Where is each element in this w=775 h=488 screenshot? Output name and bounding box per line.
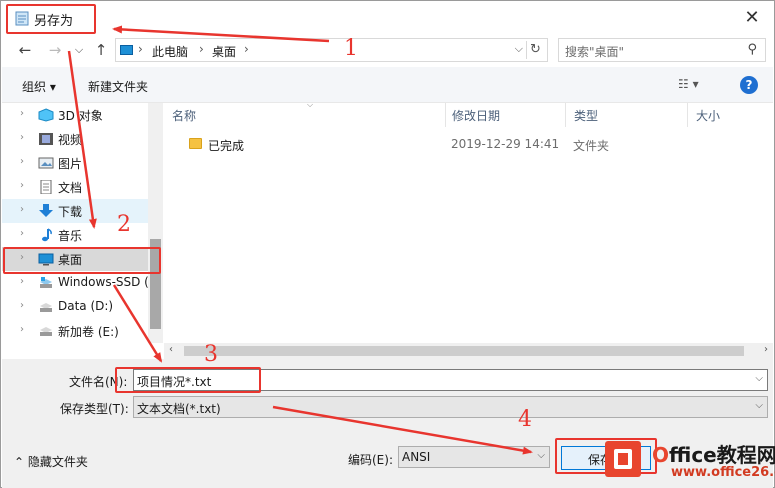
watermark-title: Office教程网 <box>652 439 775 468</box>
office-logo-icon <box>605 441 641 477</box>
watermark-url: www.office26.com <box>671 465 775 480</box>
annotation-number-4: 4 <box>518 407 532 432</box>
arrow-3 <box>112 284 163 363</box>
save-as-dialog: 另存为 ✕ ← → ⌵ ↑ › 此电脑 › 桌面 › ⌵ ↻ 搜索"桌面" ⚲ … <box>0 0 775 488</box>
arrow-1 <box>112 25 330 43</box>
arrow-4 <box>272 405 533 455</box>
annotation-number-3: 3 <box>204 342 218 367</box>
annotation-number-1: 1 <box>344 36 358 61</box>
arrow-2 <box>67 50 97 229</box>
annotation-arrows <box>67 25 533 455</box>
watermark-title-prefix: O <box>652 443 670 467</box>
annotation-number-2: 2 <box>117 212 131 237</box>
watermark-title-rest: ffice教程网 <box>669 443 775 467</box>
